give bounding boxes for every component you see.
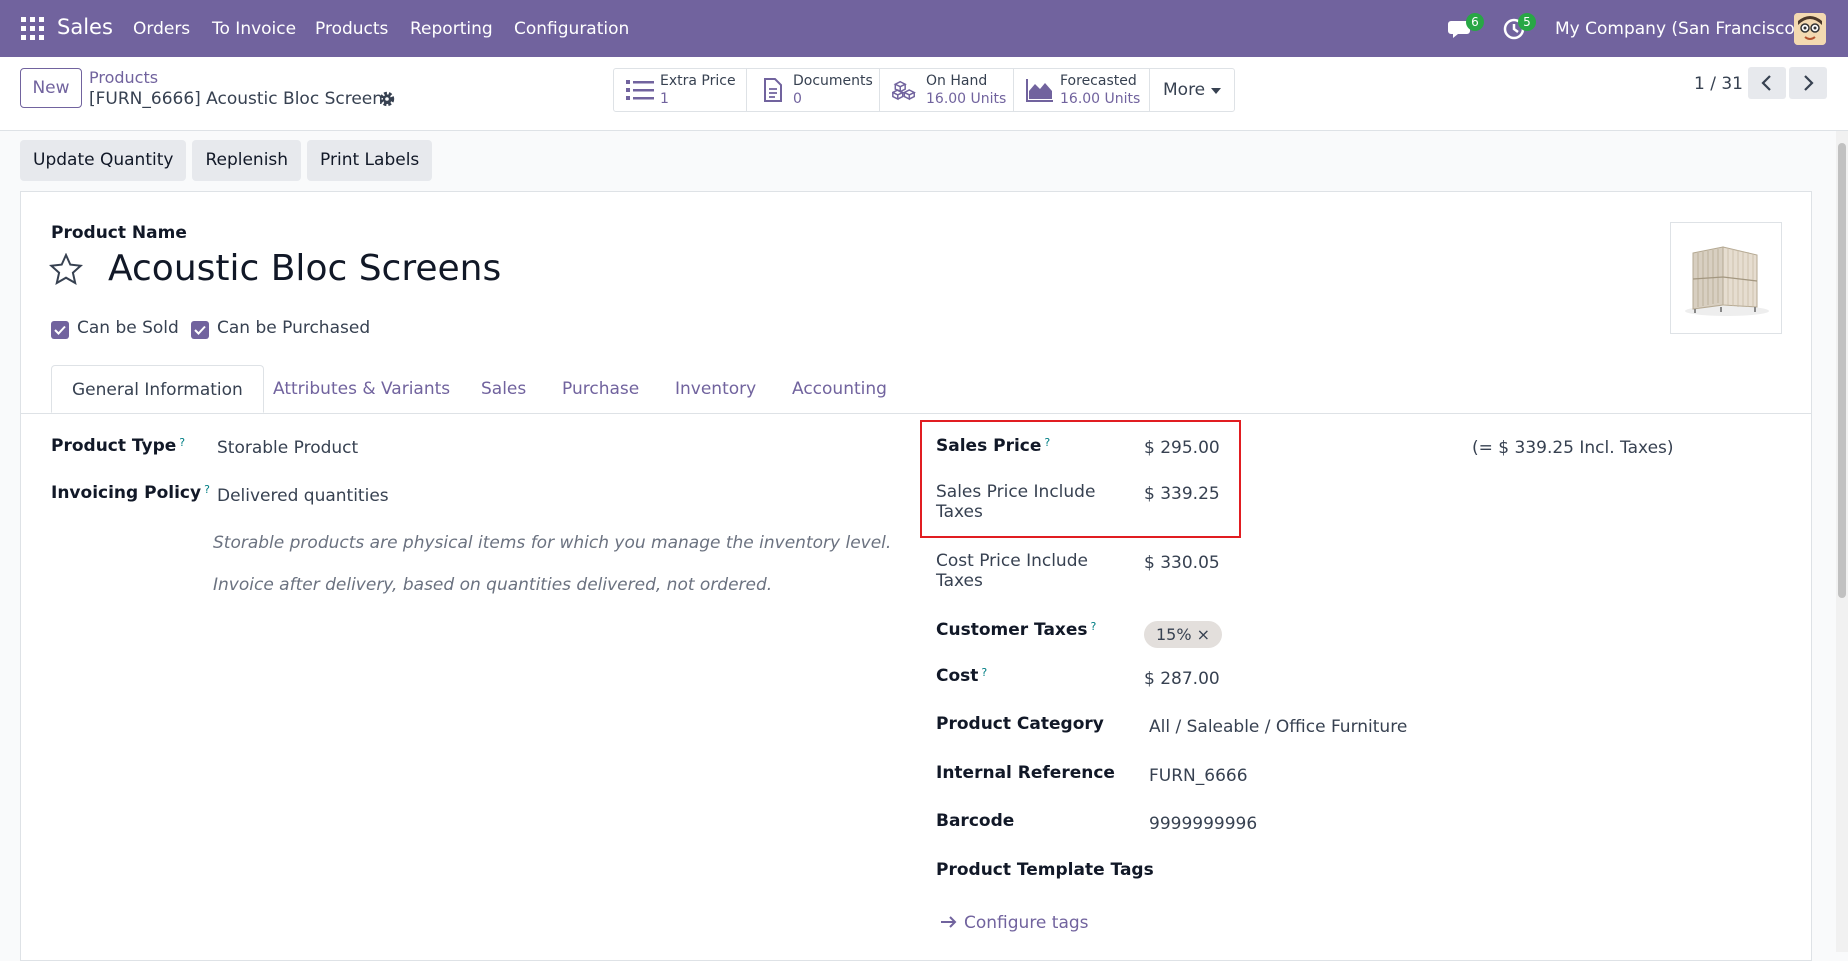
tab-sales[interactable]: Sales [481, 379, 526, 399]
chevron-left-icon [1761, 75, 1771, 91]
new-button[interactable]: New [20, 68, 82, 108]
configure-tags-link[interactable]: Configure tags [940, 913, 1089, 933]
caret-down-icon [1211, 88, 1221, 94]
internal-reference-label: Internal Reference [936, 763, 1115, 783]
help-tooltip-icon[interactable]: ? [204, 483, 210, 496]
product-image[interactable] [1670, 222, 1782, 334]
barcode-field[interactable]: 9999999996 [1149, 814, 1257, 834]
can-be-purchased-label[interactable]: Can be Purchased [217, 318, 370, 338]
barcode-label: Barcode [936, 811, 1015, 831]
extra-price-title: Extra Price [660, 73, 736, 89]
invoicing-policy-field[interactable]: Delivered quantities [217, 486, 389, 506]
documents-value: 0 [793, 91, 802, 107]
product-type-label: Product Type? [51, 436, 186, 456]
check-icon [194, 325, 206, 335]
messages-badge: 6 [1466, 13, 1484, 31]
on-hand-title: On Hand [926, 73, 988, 89]
sales-price-label: Sales Price? [936, 436, 1051, 456]
on-hand-value: 16.00 Units [926, 91, 1007, 107]
pager-value[interactable]: 1 / 31 [1694, 74, 1743, 94]
cost-label: Cost? [936, 666, 988, 686]
sales-price-field[interactable]: $ 295.00 [1144, 438, 1220, 458]
internal-reference-field[interactable]: FURN_6666 [1149, 766, 1248, 786]
smart-buttons: Extra Price 1 Documents 0 On Hand 16.00 … [613, 68, 1235, 112]
user-avatar[interactable] [1794, 13, 1826, 45]
check-icon [54, 325, 66, 335]
arrow-right-icon [941, 916, 957, 928]
remove-tag-icon[interactable]: × [1197, 625, 1210, 644]
company-switcher[interactable]: My Company (San Francisco) [1555, 19, 1801, 39]
replenish-button[interactable]: Replenish [192, 140, 302, 181]
favorite-star-icon[interactable] [49, 253, 83, 287]
incl-taxes-note: (= $ 339.25 Incl. Taxes) [1472, 438, 1674, 458]
help-tooltip-icon[interactable]: ? [981, 666, 987, 679]
document-icon [764, 78, 782, 102]
page-scrollbar[interactable] [1836, 131, 1848, 952]
tab-purchase[interactable]: Purchase [562, 379, 639, 399]
cost-field[interactable]: $ 287.00 [1144, 669, 1220, 689]
form-action-buttons: Update Quantity Replenish Print Labels [20, 140, 433, 181]
gear-icon[interactable] [378, 90, 396, 108]
cost-price-incl-label: Cost Price Include Taxes [936, 551, 1088, 591]
menu-to-invoice[interactable]: To Invoice [212, 19, 296, 39]
acoustic-screen-image [1685, 246, 1769, 316]
sales-price-incl-label: Sales Price Include Taxes [936, 482, 1096, 522]
documents-title: Documents [793, 73, 873, 89]
invoicing-policy-label: Invoicing Policy? [51, 483, 210, 503]
help-tooltip-icon[interactable]: ? [1044, 436, 1050, 449]
forecasted-smart-button[interactable]: Forecasted 16.00 Units [1014, 69, 1150, 111]
menu-products[interactable]: Products [315, 19, 388, 39]
invoicing-policy-hint: Invoice after delivery, based on quantit… [213, 575, 773, 595]
tab-inventory[interactable]: Inventory [675, 379, 756, 399]
pager-previous-button[interactable] [1748, 67, 1786, 99]
chevron-right-icon [1804, 75, 1814, 91]
top-navbar: Sales Orders To Invoice Products Reporti… [0, 0, 1848, 57]
breadcrumb-products[interactable]: Products [89, 68, 158, 87]
cubes-icon [892, 80, 916, 101]
can-be-sold-label[interactable]: Can be Sold [77, 318, 179, 338]
sales-price-incl-field[interactable]: $ 339.25 [1144, 484, 1220, 504]
list-icon [626, 80, 654, 100]
control-panel: New Products [FURN_6666] Acoustic Bloc S… [0, 57, 1848, 131]
product-category-label: Product Category [936, 714, 1104, 734]
product-template-tags-label: Product Template Tags [936, 860, 1154, 880]
forecasted-title: Forecasted [1060, 73, 1137, 89]
more-label: More [1163, 80, 1206, 100]
can-be-purchased-checkbox[interactable] [191, 321, 209, 339]
activities-badge: 5 [1518, 13, 1536, 31]
extra-price-value: 1 [660, 91, 669, 107]
on-hand-smart-button[interactable]: On Hand 16.00 Units [880, 69, 1014, 111]
tab-general-information[interactable]: General Information [51, 365, 264, 413]
notebook-tabs: General Information Attributes & Variant… [20, 365, 1812, 414]
more-dropdown[interactable]: More [1150, 69, 1234, 111]
pager-next-button[interactable] [1789, 67, 1827, 99]
documents-smart-button[interactable]: Documents 0 [747, 69, 880, 111]
tab-accounting[interactable]: Accounting [792, 379, 887, 399]
product-name-label: Product Name [51, 223, 187, 243]
menu-reporting[interactable]: Reporting [410, 19, 493, 39]
area-chart-icon [1026, 79, 1053, 102]
help-tooltip-icon[interactable]: ? [1091, 620, 1097, 633]
cost-price-incl-field[interactable]: $ 330.05 [1144, 553, 1220, 573]
tab-attributes-variants[interactable]: Attributes & Variants [273, 379, 450, 399]
update-quantity-button[interactable]: Update Quantity [20, 140, 187, 181]
menu-orders[interactable]: Orders [133, 19, 190, 39]
extra-price-smart-button[interactable]: Extra Price 1 [614, 69, 747, 111]
app-brand[interactable]: Sales [57, 15, 113, 39]
print-labels-button[interactable]: Print Labels [307, 140, 433, 181]
can-be-sold-checkbox[interactable] [51, 321, 69, 339]
product-type-hint: Storable products are physical items for… [213, 533, 892, 553]
product-category-field[interactable]: All / Saleable / Office Furniture [1149, 717, 1407, 737]
help-tooltip-icon[interactable]: ? [179, 436, 185, 449]
product-name-field[interactable]: Acoustic Bloc Screens [108, 248, 501, 289]
product-type-field[interactable]: Storable Product [217, 438, 358, 458]
customer-tax-tag[interactable]: 15% × [1144, 621, 1223, 648]
menu-configuration[interactable]: Configuration [514, 19, 629, 39]
scrollbar-thumb[interactable] [1838, 143, 1846, 598]
apps-grid-icon[interactable] [21, 17, 45, 41]
breadcrumb-current: [FURN_6666] Acoustic Bloc Screens [89, 89, 392, 109]
forecasted-value: 16.00 Units [1060, 91, 1141, 107]
customer-taxes-label: Customer Taxes? [936, 620, 1097, 640]
